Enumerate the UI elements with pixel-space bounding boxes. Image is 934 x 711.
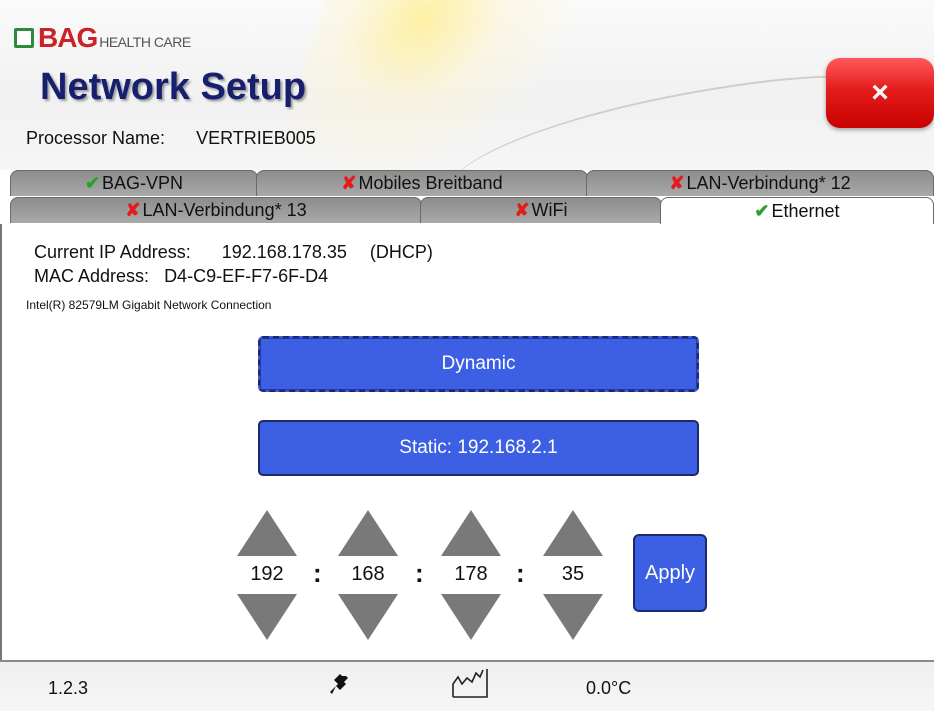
logo-square-icon <box>14 28 34 48</box>
logo-suffix: HEALTH CARE <box>99 34 191 50</box>
processor-name: Processor Name: VERTRIEB005 <box>26 128 316 149</box>
ip-mode: (DHCP) <box>369 242 433 262</box>
tab-ethernet[interactable]: ✔ Ethernet <box>660 197 934 225</box>
octet-separator: : <box>313 558 322 588</box>
mac-label: MAC Address: <box>34 266 150 286</box>
current-ip-value: 192.168.178.35 <box>221 242 347 262</box>
check-icon: ✔ <box>84 173 101 193</box>
close-button[interactable]: × <box>826 58 934 128</box>
octet-2-up-icon[interactable] <box>338 510 398 556</box>
octet-1-up-icon[interactable] <box>237 510 297 556</box>
status-bar: 1.2.3 0.0°C <box>0 660 934 711</box>
octet-separator: : <box>516 558 525 588</box>
processor-value: VERTRIEB005 <box>196 128 316 148</box>
version-label: 1.2.3 <box>48 678 89 698</box>
tab-label: LAN-Verbindung* 13 <box>142 200 307 220</box>
octet-3-down-icon[interactable] <box>441 594 501 640</box>
cross-icon: ✘ <box>125 200 141 220</box>
tab-label: Mobiles Breitband <box>358 173 503 193</box>
octet-1-down-icon[interactable] <box>237 594 297 640</box>
current-ip-row: Current IP Address: 192.168.178.35 (DHCP… <box>34 242 433 263</box>
company-logo: BAG HEALTH CARE <box>14 24 191 52</box>
octet-separator: : <box>415 558 424 588</box>
tab-mobiles-breitband[interactable]: ✘ Mobiles Breitband <box>256 170 588 196</box>
cross-icon: ✘ <box>341 173 357 193</box>
tab-label: Ethernet <box>771 201 840 221</box>
logo-brand: BAG <box>38 22 98 53</box>
close-icon: × <box>871 76 889 109</box>
octet-3-up-icon[interactable] <box>441 510 501 556</box>
processor-label: Processor Name: <box>26 128 166 148</box>
static-ip-button[interactable]: Static: 192.168.2.1 <box>258 420 699 476</box>
octet-3-value: 178 <box>454 563 488 585</box>
mac-value: D4-C9-EF-F7-6F-D4 <box>164 266 329 286</box>
tab-label: BAG-VPN <box>102 173 184 193</box>
tab-wifi[interactable]: ✘ WiFi <box>420 197 662 223</box>
octet-4-value: 35 <box>561 563 585 585</box>
tab-bag-vpn[interactable]: ✔ BAG-VPN <box>10 170 258 196</box>
tab-lan-verbindung-12[interactable]: ✘ LAN-Verbindung* 12 <box>586 170 934 196</box>
cross-icon: ✘ <box>669 173 685 193</box>
dynamic-button[interactable]: Dynamic <box>258 336 699 392</box>
page-title: Network Setup <box>40 66 307 108</box>
current-ip-label: Current IP Address: <box>34 242 191 262</box>
header: BAG HEALTH CARE Network Setup Processor … <box>0 0 934 170</box>
graph-icon[interactable] <box>452 668 488 703</box>
octet-2-down-icon[interactable] <box>338 594 398 640</box>
tab-lan-verbindung-13[interactable]: ✘ LAN-Verbindung* 13 <box>10 197 422 223</box>
ethernet-panel: Current IP Address: 192.168.178.35 (DHCP… <box>0 224 934 660</box>
mac-row: MAC Address: D4-C9-EF-F7-6F-D4 <box>34 266 328 287</box>
octet-1-value: 192 <box>250 563 284 585</box>
octet-2-value: 168 <box>351 563 385 585</box>
plug-icon <box>330 674 350 701</box>
cross-icon: ✘ <box>514 200 530 220</box>
octet-4-up-icon[interactable] <box>543 510 603 556</box>
tab-label: LAN-Verbindung* 12 <box>686 173 851 193</box>
temperature-label: 0.0°C <box>586 678 632 698</box>
octet-4-down-icon[interactable] <box>543 594 603 640</box>
check-icon: ✔ <box>754 201 770 221</box>
tab-label: WiFi <box>531 200 568 220</box>
apply-button[interactable]: Apply <box>633 534 707 612</box>
adapter-name: Intel(R) 82579LM Gigabit Network Connect… <box>26 298 272 312</box>
